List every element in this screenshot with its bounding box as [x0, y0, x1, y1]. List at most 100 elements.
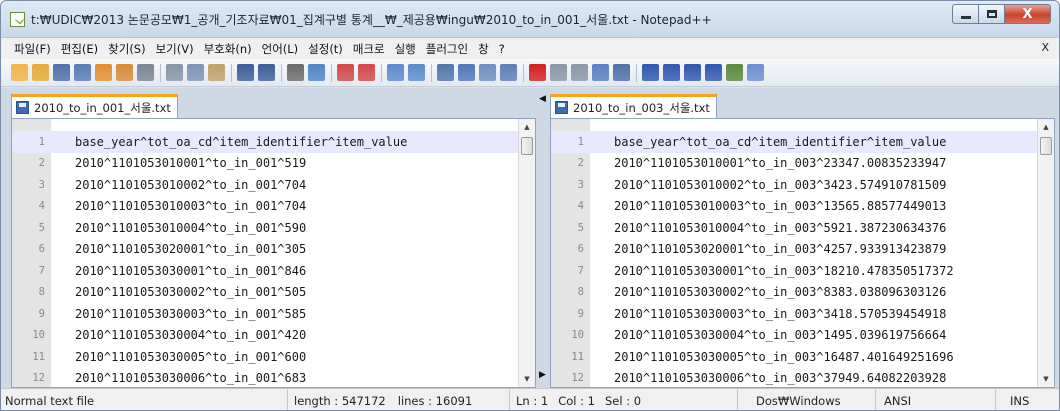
menu-language[interactable]: 언어(L) — [257, 41, 304, 57]
scroll-down-icon[interactable]: ▼ — [1038, 371, 1054, 387]
doc-map-icon[interactable] — [726, 64, 743, 81]
save-all-icon[interactable] — [74, 64, 91, 81]
save-icon[interactable] — [53, 64, 70, 81]
word-wrap-icon[interactable] — [437, 64, 454, 81]
text-line[interactable]: 11 2010^1101053030005^to_in_003^16487.401… — [551, 346, 1037, 368]
line-text[interactable]: 2010^1101053030006^to_in_001^683 — [75, 371, 306, 385]
status-eol-format[interactable]: Dos₩Windows — [738, 389, 876, 410]
zoom-out-icon[interactable] — [358, 64, 375, 81]
text-line[interactable]: 1 base_year^tot_oa_cd^item_identifier^ite… — [12, 131, 518, 153]
text-line[interactable]: 6 2010^1101053020001^to_in_001^305 — [12, 239, 518, 261]
text-line[interactable]: 12 2010^1101053030006^to_in_003^37949.640… — [551, 368, 1037, 388]
text-line[interactable]: 5 2010^1101053010004^to_in_001^590 — [12, 217, 518, 239]
menu-file[interactable]: 파일(F) — [9, 41, 56, 57]
status-encoding[interactable]: ANSI — [876, 389, 996, 410]
text-line[interactable]: 7 2010^1101053030001^to_in_003^18210.4783… — [551, 260, 1037, 282]
open-file-icon[interactable] — [32, 64, 49, 81]
title-bar[interactable]: t:₩UDIC₩2013 논문공모₩1_공개_기조자료₩01_집계구별 통계__… — [1, 1, 1059, 37]
vertical-scrollbar[interactable]: ▲ ▼ — [518, 119, 535, 387]
text-line[interactable]: 4 2010^1101053010003^to_in_001^704 — [12, 196, 518, 218]
text-line[interactable]: 10 2010^1101053030004^to_in_003^1495.0396… — [551, 325, 1037, 347]
line-text[interactable]: 2010^1101053010001^to_in_001^519 — [75, 156, 306, 170]
text-line[interactable]: 7 2010^1101053030001^to_in_001^846 — [12, 260, 518, 282]
menu-search[interactable]: 찾기(S) — [103, 41, 150, 57]
vertical-scrollbar[interactable]: ▲ ▼ — [1037, 119, 1054, 387]
record-macro-icon[interactable] — [529, 64, 546, 81]
splitter-left-arrow-icon[interactable]: ◀ — [539, 94, 546, 104]
undo-icon[interactable] — [237, 64, 254, 81]
line-text[interactable]: 2010^1101053030005^to_in_001^600 — [75, 350, 306, 364]
tab-2010-to-in-001[interactable]: 2010_to_in_001_서울.txt — [11, 94, 178, 118]
text-line[interactable]: 6 2010^1101053020001^to_in_003^4257.93391… — [551, 239, 1037, 261]
text-line[interactable]: 12 2010^1101053030006^to_in_001^683 — [12, 368, 518, 388]
close-all-icon[interactable] — [116, 64, 133, 81]
scroll-up-icon[interactable]: ▲ — [519, 119, 535, 135]
spell-check-icon[interactable] — [747, 64, 764, 81]
line-text[interactable]: 2010^1101053030001^to_in_001^846 — [75, 264, 306, 278]
text-line[interactable]: 5 2010^1101053010004^to_in_003^5921.38723… — [551, 217, 1037, 239]
line-text[interactable]: base_year^tot_oa_cd^item_identifier^item… — [75, 135, 407, 149]
line-text[interactable]: 2010^1101053010001^to_in_003^23347.00835… — [614, 156, 946, 170]
maximize-button[interactable] — [979, 4, 1005, 24]
print-icon[interactable] — [137, 64, 154, 81]
scroll-up-icon[interactable]: ▲ — [1038, 119, 1054, 135]
menu-macro[interactable]: 매크로 — [348, 41, 390, 57]
function-list-icon[interactable] — [500, 64, 517, 81]
line-text[interactable]: 2010^1101053030004^to_in_001^420 — [75, 328, 306, 342]
menu-help[interactable]: ? — [494, 42, 510, 56]
menu-view[interactable]: 보기(V) — [151, 41, 199, 57]
text-line[interactable]: 9 2010^1101053030003^to_in_003^3418.57053… — [551, 303, 1037, 325]
text-line[interactable]: 1 base_year^tot_oa_cd^item_identifier^ite… — [551, 131, 1037, 153]
new-file-icon[interactable] — [11, 64, 28, 81]
line-text[interactable]: 2010^1101053010002^to_in_003^3423.574910… — [614, 178, 946, 192]
paste-icon[interactable] — [208, 64, 225, 81]
sync-vertical-icon[interactable] — [387, 64, 404, 81]
line-text[interactable]: 2010^1101053010004^to_in_003^5921.387230… — [614, 221, 946, 235]
notepadpp-app-icon[interactable] — [10, 12, 25, 27]
text-line[interactable]: 2 2010^1101053010001^to_in_003^23347.0083… — [551, 153, 1037, 175]
show-all-chars-icon[interactable] — [458, 64, 475, 81]
menu-plugins[interactable]: 플러그인 — [421, 41, 473, 57]
cut-icon[interactable] — [166, 64, 183, 81]
right-document-view[interactable]: 1 base_year^tot_oa_cd^item_identifier^ite… — [550, 118, 1055, 388]
stop-macro-icon[interactable] — [550, 64, 567, 81]
zoom-in-icon[interactable] — [337, 64, 354, 81]
copy-icon[interactable] — [187, 64, 204, 81]
view-splitter[interactable]: ◀ ▶ — [537, 88, 549, 388]
menu-settings[interactable]: 설정(t) — [303, 41, 348, 57]
text-line[interactable]: 2 2010^1101053010001^to_in_001^519 — [12, 153, 518, 175]
menu-window[interactable]: 창 — [473, 41, 494, 57]
text-line[interactable]: 8 2010^1101053030002^to_in_001^505 — [12, 282, 518, 304]
down-icon[interactable] — [684, 64, 701, 81]
up-icon[interactable] — [663, 64, 680, 81]
scroll-thumb[interactable] — [1040, 137, 1052, 155]
line-text[interactable]: 2010^1101053010002^to_in_001^704 — [75, 178, 306, 192]
text-line[interactable]: 9 2010^1101053030003^to_in_001^585 — [12, 303, 518, 325]
save-macro-icon[interactable] — [613, 64, 630, 81]
line-text[interactable]: 2010^1101053030003^to_in_003^3418.570539… — [614, 307, 946, 321]
line-text[interactable]: 2010^1101053030004^to_in_003^1495.039619… — [614, 328, 946, 342]
run-macro-multiple-icon[interactable] — [592, 64, 609, 81]
line-text[interactable]: 2010^1101053010003^to_in_001^704 — [75, 199, 306, 213]
line-text[interactable]: 2010^1101053030001^to_in_003^18210.47835… — [614, 264, 954, 278]
menu-edit[interactable]: 편집(E) — [56, 41, 103, 57]
text-line[interactable]: 11 2010^1101053030005^to_in_001^600 — [12, 346, 518, 368]
text-line[interactable]: 3 2010^1101053010002^to_in_003^3423.57491… — [551, 174, 1037, 196]
text-line[interactable]: 3 2010^1101053010002^to_in_001^704 — [12, 174, 518, 196]
line-text[interactable]: 2010^1101053030005^to_in_003^16487.40164… — [614, 350, 954, 364]
text-line[interactable]: 4 2010^1101053010003^to_in_003^13565.8857… — [551, 196, 1037, 218]
scroll-down-icon[interactable]: ▼ — [519, 371, 535, 387]
line-text[interactable]: base_year^tot_oa_cd^item_identifier^item… — [614, 135, 946, 149]
sync-horizontal-icon[interactable] — [408, 64, 425, 81]
close-icon[interactable] — [95, 64, 112, 81]
menu-encoding[interactable]: 부호화(n) — [199, 41, 257, 57]
minimize-button[interactable] — [952, 4, 979, 24]
replace-icon[interactable] — [308, 64, 325, 81]
line-text[interactable]: 2010^1101053010003^to_in_003^13565.88577… — [614, 199, 946, 213]
line-text[interactable]: 2010^1101053030002^to_in_001^505 — [75, 285, 306, 299]
text-line[interactable]: 10 2010^1101053030004^to_in_001^420 — [12, 325, 518, 347]
splitter-right-arrow-icon[interactable]: ▶ — [539, 370, 546, 380]
line-text[interactable]: 2010^1101053030003^to_in_001^585 — [75, 307, 306, 321]
menu-run[interactable]: 실행 — [390, 41, 421, 57]
left-document-view[interactable]: 1 base_year^tot_oa_cd^item_identifier^ite… — [11, 118, 536, 388]
